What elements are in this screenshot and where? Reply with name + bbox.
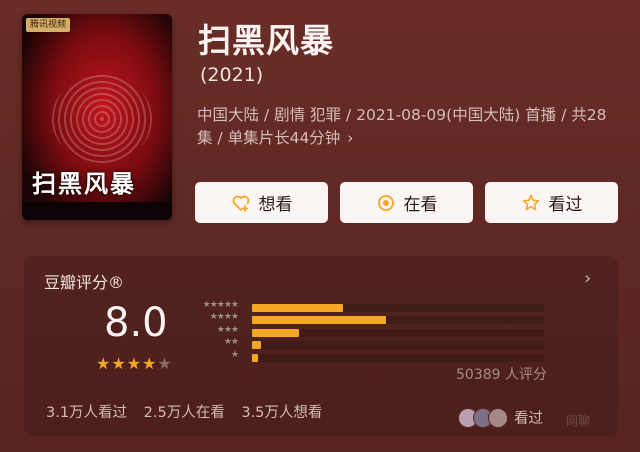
release-year: (2021)	[200, 64, 264, 86]
rating-distribution-row: ★★★	[190, 324, 550, 339]
poster-badge: 腾讯视频	[26, 18, 71, 32]
star-filled-icon: ★	[96, 354, 112, 373]
star-filled-icon: ★	[126, 354, 143, 373]
rating-distribution: ★★★★★ ★★★★ ★★★ ★★ ★	[190, 300, 550, 364]
rating-bar-fill	[252, 341, 261, 350]
rating-source-label: 豆瓣评分®	[44, 273, 125, 292]
rating-bar-track	[252, 353, 544, 362]
audience-stats: 3.1万人看过 2.5万人在看 3.5万人想看	[46, 401, 334, 422]
rating-distribution-row: ★★★★	[190, 312, 550, 326]
watched-count[interactable]: 3.1万人看过	[46, 405, 127, 421]
dot-circle-icon	[376, 193, 396, 213]
poster-footer	[22, 202, 172, 220]
watching-count[interactable]: 2.5万人在看	[144, 405, 225, 421]
friends-watched[interactable]: 看过	[458, 407, 543, 428]
want-button-label: 想看	[258, 195, 293, 215]
rating-row-stars: ★	[230, 349, 239, 360]
chevron-right-icon: ›	[347, 129, 354, 147]
rating-bar-fill	[252, 304, 343, 312]
watched-button-label: 看过	[548, 195, 583, 215]
star-outline-icon	[521, 193, 541, 213]
rating-bar-track	[252, 304, 544, 312]
rating-bar-fill	[252, 316, 387, 325]
avatar	[488, 407, 508, 428]
heart-plus-icon	[231, 193, 251, 213]
friend-avatars	[458, 407, 508, 428]
rating-score: 8.0	[104, 300, 168, 346]
chevron-right-icon[interactable]: ›	[584, 268, 591, 289]
watched-button[interactable]: 看过	[485, 182, 618, 223]
rating-distribution-row: ★★★★★	[190, 300, 550, 314]
movie-meta[interactable]: 中国大陆 / 剧情 犯罪 / 2021-08-09(中国大陆) 首播 / 共28…	[197, 104, 617, 150]
watching-button[interactable]: 在看	[340, 182, 473, 223]
star-empty-icon: ★	[157, 354, 173, 373]
rating-row-stars: ★★★★★	[202, 300, 239, 310]
rating-stars: ★★★★★	[96, 354, 173, 373]
rating-row-stars: ★★★	[216, 324, 239, 335]
friends-watched-label: 看过	[514, 411, 543, 427]
watching-button-label: 在看	[403, 195, 438, 215]
want-button[interactable]: 想看	[195, 182, 328, 223]
rating-bar-fill	[252, 353, 258, 362]
poster-title-art: 扫黑风暴	[32, 169, 136, 198]
rating-distribution-row: ★	[190, 349, 550, 364]
star-filled-icon: ★	[111, 354, 127, 373]
rating-bar-track	[252, 316, 544, 325]
movie-meta-text: 中国大陆 / 剧情 犯罪 / 2021-08-09(中国大陆) 首播 / 共28…	[197, 106, 607, 147]
rating-distribution-row: ★★	[190, 337, 550, 351]
rating-row-stars: ★★★★	[209, 312, 239, 323]
rating-row-stars: ★★	[223, 337, 239, 348]
page-title: 扫黑风暴	[198, 21, 334, 60]
want-count[interactable]: 3.5万人想看	[241, 405, 322, 421]
star-filled-icon: ★	[142, 354, 158, 373]
vote-count[interactable]: 50389 人评分	[456, 364, 547, 384]
poster-fingerprint-art	[52, 74, 152, 164]
poster-image[interactable]: 腾讯视频 扫黑风暴	[22, 14, 172, 220]
rating-bar-fill	[252, 328, 299, 337]
watermark: 网聊	[566, 414, 591, 428]
rating-bar-track	[252, 341, 544, 350]
rating-bar-track	[252, 328, 544, 337]
